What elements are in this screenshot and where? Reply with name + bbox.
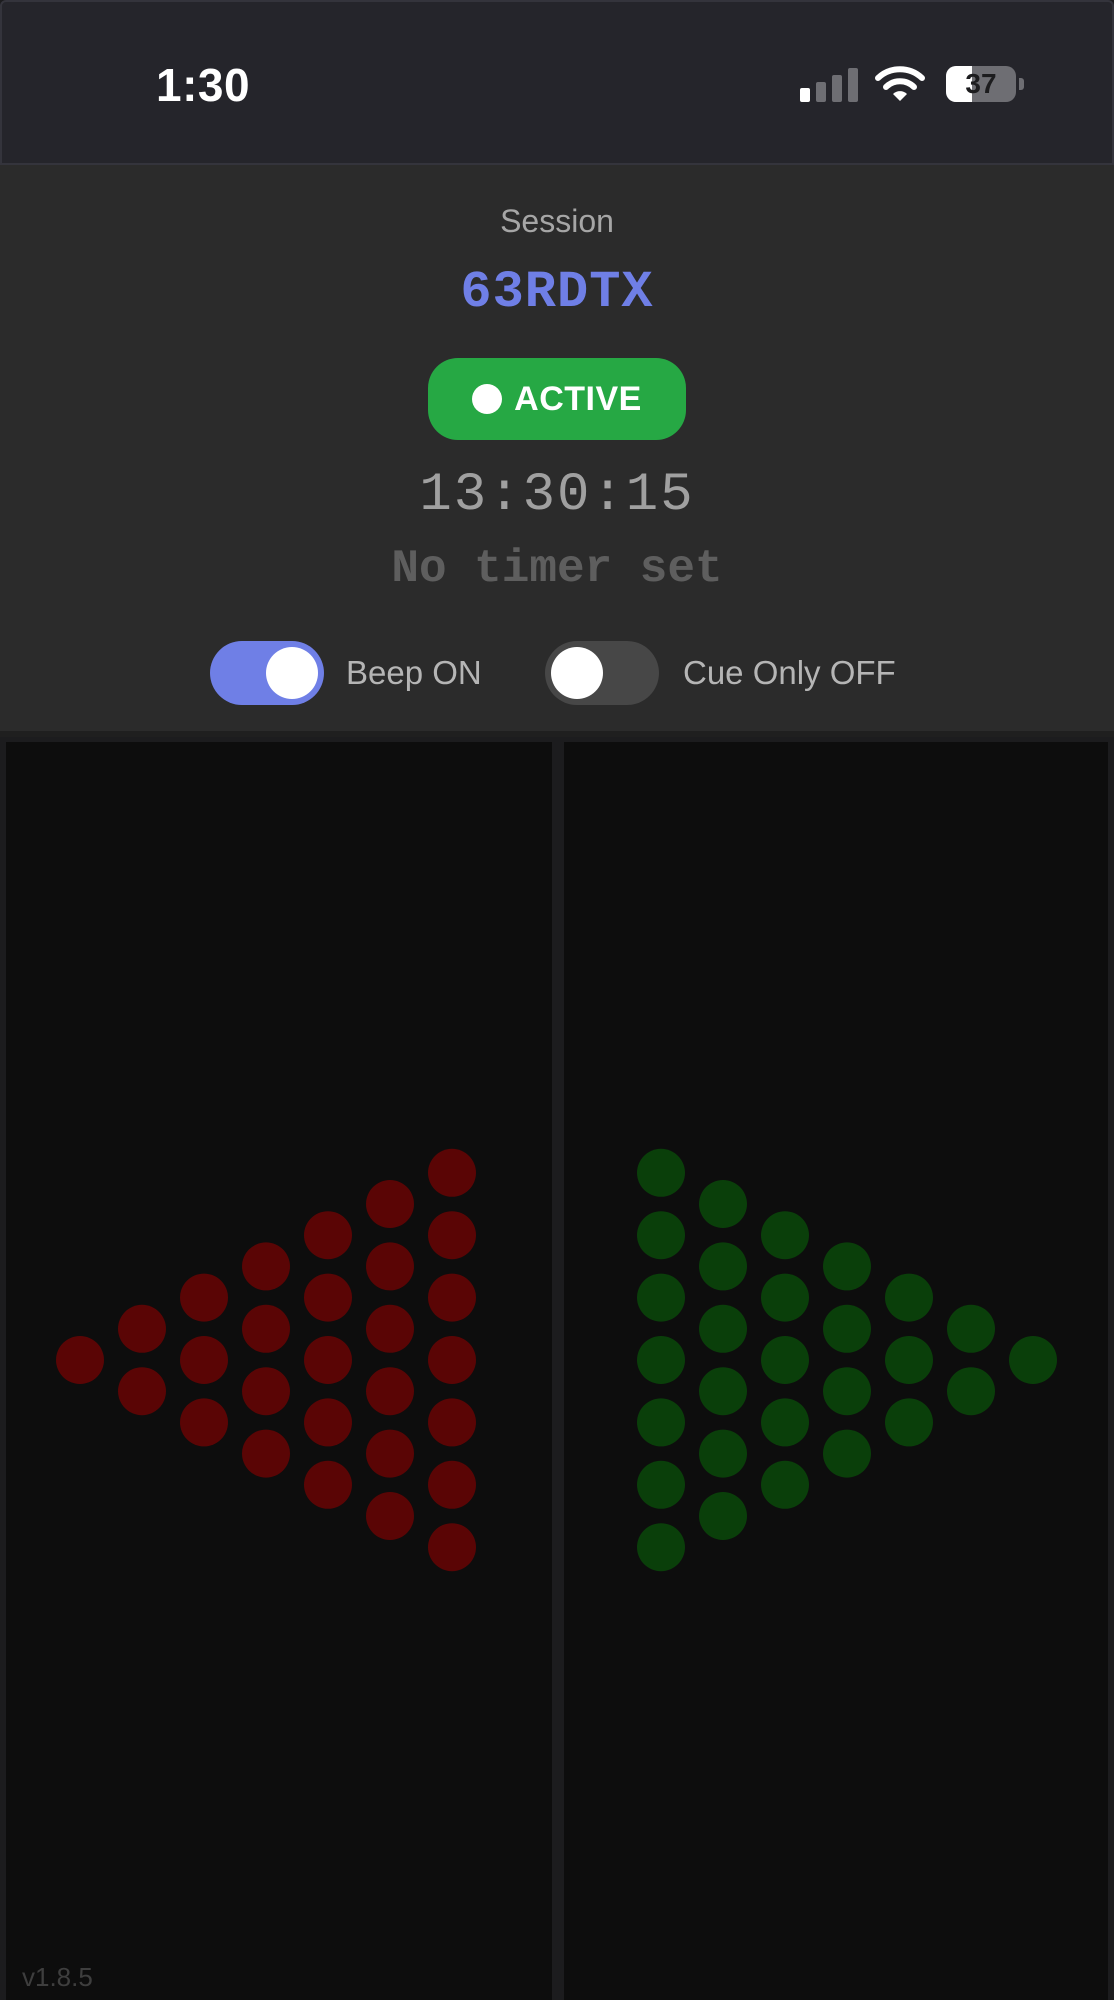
left-arrow-dot <box>428 1211 476 1260</box>
left-arrow-dot <box>242 1367 290 1416</box>
left-arrow-dot <box>242 1242 290 1291</box>
left-arrow-dot <box>56 1336 104 1384</box>
left-arrow-led-icon <box>56 1148 476 1572</box>
right-arrow-dot <box>761 1336 809 1384</box>
right-arrow-dot <box>823 1242 871 1291</box>
left-arrow-dot <box>118 1304 166 1353</box>
right-arrow-dot <box>823 1304 871 1353</box>
left-arrow-dot <box>366 1242 414 1291</box>
right-arrow-dot <box>885 1273 933 1322</box>
left-arrow-dot <box>428 1148 476 1197</box>
right-arrow-dot <box>761 1460 809 1509</box>
left-arrow-dot <box>366 1304 414 1353</box>
right-arrow-dot <box>823 1367 871 1416</box>
left-arrow-dot <box>366 1429 414 1478</box>
left-arrow-dot <box>242 1304 290 1353</box>
left-arrow-dot <box>304 1460 352 1509</box>
left-arrow-dot <box>304 1398 352 1447</box>
right-arrow-dot <box>637 1398 685 1447</box>
left-arrow-dot <box>428 1336 476 1384</box>
version-label: v1.8.5 <box>22 1962 93 1992</box>
right-arrow-led-icon <box>637 1148 1057 1572</box>
right-arrow-dot <box>699 1180 747 1228</box>
right-arrow-dot <box>699 1367 747 1416</box>
right-arrow-dot <box>823 1429 871 1478</box>
right-arrow-dot <box>637 1273 685 1322</box>
left-arrow-dot <box>366 1492 414 1540</box>
left-arrow-dot <box>242 1429 290 1478</box>
left-arrow-dot <box>118 1367 166 1416</box>
left-arrow-dot <box>428 1273 476 1322</box>
right-arrow-dot <box>947 1367 995 1416</box>
right-arrow-dot <box>699 1429 747 1478</box>
left-arrow-dot <box>428 1523 476 1572</box>
signal-arrows <box>56 1148 1057 1572</box>
right-arrow-dot <box>699 1242 747 1291</box>
left-arrow-dot <box>304 1273 352 1322</box>
right-arrow-dot <box>947 1304 995 1353</box>
left-arrow-dot <box>304 1336 352 1384</box>
left-arrow-dot <box>428 1460 476 1509</box>
right-arrow-dot <box>761 1273 809 1322</box>
left-arrow-dot <box>180 1273 228 1322</box>
right-arrow-dot <box>637 1148 685 1197</box>
right-arrow-dot <box>637 1336 685 1384</box>
right-arrow-dot <box>761 1398 809 1447</box>
left-arrow-dot <box>428 1398 476 1447</box>
left-arrow-dot <box>180 1336 228 1384</box>
right-arrow-dot <box>637 1211 685 1260</box>
right-arrow-dot <box>699 1304 747 1353</box>
left-arrow-dot <box>180 1398 228 1447</box>
right-arrow-dot <box>637 1460 685 1509</box>
right-arrow-dot <box>637 1523 685 1572</box>
right-arrow-dot <box>885 1398 933 1447</box>
left-arrow-dot <box>366 1180 414 1228</box>
left-arrow-dot <box>366 1367 414 1416</box>
right-arrow-dot <box>699 1492 747 1540</box>
left-arrow-dot <box>304 1211 352 1260</box>
right-arrow-dot <box>1009 1336 1057 1384</box>
right-arrow-dot <box>761 1211 809 1260</box>
right-arrow-dot <box>885 1336 933 1384</box>
